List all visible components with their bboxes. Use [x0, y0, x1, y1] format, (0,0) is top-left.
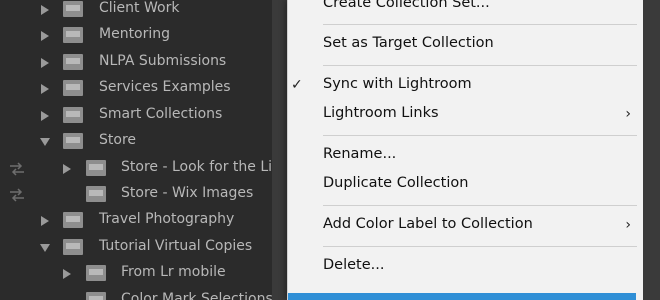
collection-label: Client Work — [99, 0, 180, 16]
collection-label: Color Mark Selections — [121, 291, 272, 300]
menu-separator — [323, 135, 637, 136]
collection-set-icon — [63, 212, 83, 228]
collection-label: From Lr mobile — [121, 264, 226, 280]
collection-row-store-wix[interactable]: Store - Wix Images — [0, 182, 272, 208]
menu-item-create-collection-set[interactable]: Create Collection Set... — [288, 0, 644, 17]
expand-triangle-icon[interactable] — [63, 269, 71, 279]
collection-label: Smart Collections — [99, 106, 223, 122]
menu-item-label: Duplicate Collection — [323, 175, 469, 191]
menu-separator — [323, 205, 637, 206]
collections-panel: Client Work Mentoring NLPA Submissions S… — [0, 0, 272, 300]
collection-label: Store - Look for the Lig — [121, 159, 272, 175]
expand-triangle-icon[interactable] — [41, 31, 49, 41]
collection-set-icon — [86, 160, 106, 176]
submenu-chevron-icon: › — [625, 217, 631, 233]
menu-separator — [323, 65, 637, 66]
menu-item-label: Sync with Lightroom — [323, 76, 472, 92]
collection-row-mentoring[interactable]: Mentoring — [0, 23, 272, 49]
collection-label: Travel Photography — [99, 211, 235, 227]
collection-row-store-look[interactable]: Store - Look for the Lig — [0, 156, 272, 182]
collection-row-smart[interactable]: Smart Collections — [0, 103, 272, 129]
submenu-chevron-icon: › — [625, 106, 631, 122]
sync-arrows-icon — [10, 188, 24, 202]
menu-item-highlighted[interactable] — [288, 293, 636, 300]
collection-set-icon — [63, 80, 83, 96]
menu-item-set-target[interactable]: Set as Target Collection — [288, 33, 644, 57]
collection-icon — [86, 186, 106, 202]
collection-label: Store — [99, 132, 137, 148]
collection-set-icon — [63, 239, 83, 255]
collection-set-icon — [63, 107, 83, 123]
collection-row-nlpa[interactable]: NLPA Submissions — [0, 50, 272, 76]
collapse-triangle-icon[interactable] — [40, 138, 50, 146]
context-menu: Create Collection Set... Set as Target C… — [287, 0, 644, 300]
collection-row-travel[interactable]: Travel Photography — [0, 208, 272, 234]
menu-item-label: Rename... — [323, 146, 397, 162]
collection-row-from-lr-mobile[interactable]: From Lr mobile — [0, 261, 272, 287]
collection-label: Store - Wix Images — [121, 185, 254, 201]
collection-icon — [86, 292, 106, 300]
collection-label: Tutorial Virtual Copies — [99, 238, 253, 254]
collection-row-store[interactable]: Store — [0, 129, 272, 155]
collection-row-services[interactable]: Services Examples — [0, 76, 272, 102]
collapse-triangle-icon[interactable] — [40, 244, 50, 252]
expand-triangle-icon[interactable] — [41, 84, 49, 94]
menu-item-duplicate[interactable]: Duplicate Collection — [288, 173, 644, 197]
collection-label: Services Examples — [99, 79, 231, 95]
expand-triangle-icon[interactable] — [41, 216, 49, 226]
collection-row-tutorial[interactable]: Tutorial Virtual Copies — [0, 235, 272, 261]
menu-item-sync-with-lightroom[interactable]: ✓ Sync with Lightroom — [288, 74, 644, 98]
menu-item-label: Create Collection Set... — [323, 0, 490, 11]
collection-label: NLPA Submissions — [99, 53, 227, 69]
menu-item-rename[interactable]: Rename... — [288, 144, 644, 168]
menu-item-add-color-label[interactable]: Add Color Label to Collection › — [288, 214, 644, 238]
menu-item-label: Add Color Label to Collection — [323, 216, 533, 232]
collection-row-color-mark[interactable]: Color Mark Selections — [0, 288, 272, 300]
collection-label: Mentoring — [99, 26, 171, 42]
sync-arrows-icon — [10, 162, 24, 176]
menu-separator — [323, 24, 637, 25]
expand-triangle-icon[interactable] — [41, 5, 49, 15]
menu-separator — [323, 246, 637, 247]
menu-item-delete[interactable]: Delete... — [288, 255, 644, 279]
menu-item-label: Delete... — [323, 257, 385, 273]
expand-triangle-icon[interactable] — [41, 58, 49, 68]
menu-item-label: Set as Target Collection — [323, 35, 494, 51]
checkmark-icon: ✓ — [291, 77, 303, 93]
expand-triangle-icon[interactable] — [41, 111, 49, 121]
expand-triangle-icon[interactable] — [63, 164, 71, 174]
collection-set-icon — [63, 133, 83, 149]
collection-set-icon — [63, 54, 83, 70]
background-edge — [643, 0, 660, 300]
collection-set-icon — [63, 27, 83, 43]
collection-set-icon — [86, 265, 106, 281]
menu-item-lightroom-links[interactable]: Lightroom Links › — [288, 103, 644, 127]
menu-item-label: Lightroom Links — [323, 105, 439, 121]
collection-row-client-work[interactable]: Client Work — [0, 0, 272, 23]
collection-set-icon — [63, 1, 83, 17]
